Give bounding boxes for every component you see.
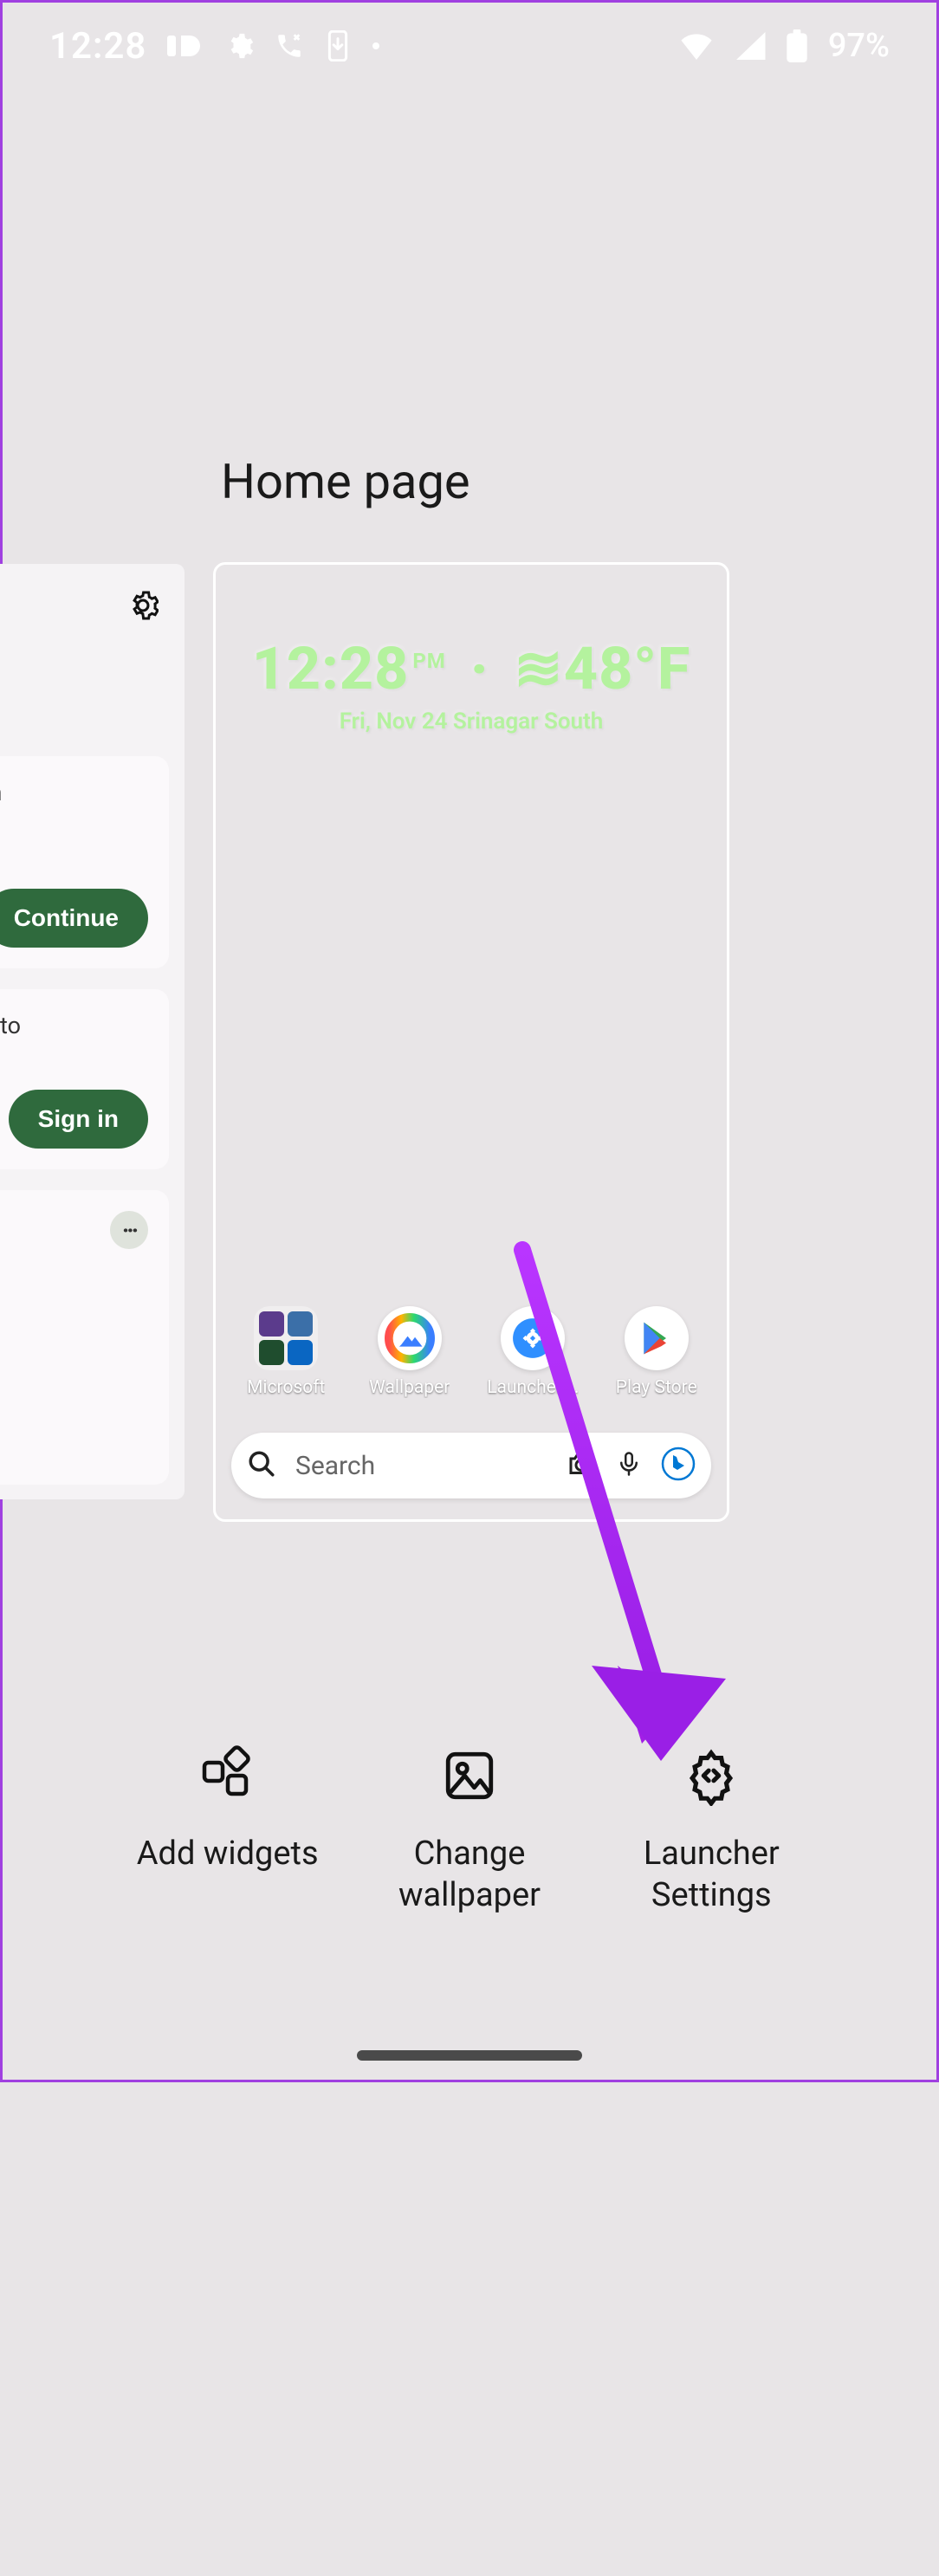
phone-missed-icon (275, 31, 304, 61)
action-label: Add widgets (137, 1834, 319, 1875)
action-label: Change wallpaper (398, 1834, 541, 1916)
card-text: fingertips. Sign in to (0, 1010, 148, 1041)
mic-icon[interactable] (616, 1448, 642, 1483)
app-microsoft-folder[interactable]: Microsoft (228, 1306, 344, 1398)
more-icon[interactable]: ··· (110, 1211, 148, 1249)
wallpaper-icon (378, 1306, 442, 1370)
date-location: Fri, Nov 24 Srinagar South (216, 709, 727, 735)
temperature: 48°F (564, 634, 690, 703)
page-title: Home page (221, 453, 470, 510)
search-bar[interactable]: Search (231, 1433, 711, 1498)
wallpaper-icon (437, 1744, 502, 1808)
camera-icon[interactable] (566, 1448, 597, 1483)
bottom-actions: Add widgets Change wallpaper Launcher Se… (3, 1744, 936, 1916)
gear-arrows-icon (679, 1744, 743, 1808)
app-wallpaper[interactable]: Wallpaper (352, 1306, 468, 1398)
id-icon (167, 32, 204, 60)
bing-chat-icon[interactable] (661, 1447, 696, 1485)
widgets-icon (196, 1744, 260, 1808)
card-text: ult launcher for an . (0, 777, 148, 840)
app-label: Microsoft (247, 1377, 325, 1398)
add-widgets-button[interactable]: Add widgets (115, 1744, 340, 1916)
search-icon (247, 1449, 276, 1482)
wave-icon: ≋ (514, 634, 564, 703)
launcher-settings-button[interactable]: Launcher Settings (599, 1744, 824, 1916)
play-store-icon (625, 1306, 689, 1370)
feed-card-appointments: ··· ntments (0, 1190, 169, 1485)
navigation-handle[interactable] (357, 2050, 582, 2061)
feed-subheading: ents, and to-do lists. (0, 702, 169, 727)
dot-icon (372, 42, 380, 50)
battery-percent: 97% (828, 27, 890, 65)
feed-page-preview[interactable]: on ents, and to-do lists. ult launcher f… (0, 564, 185, 1499)
card-text: ntments (0, 1384, 148, 1412)
signal-icon (735, 32, 766, 60)
home-page-preview[interactable]: 12:28PM · ≋48°F Fri, Nov 24 Srinagar Sou… (213, 562, 729, 1522)
search-placeholder: Search (295, 1451, 547, 1481)
battery-icon (787, 29, 807, 62)
download-icon (325, 30, 351, 61)
app-dock: Microsoft Wallpaper Launcher … Play Stor… (216, 1306, 727, 1398)
feed-card-default-launcher: ult launcher for an . miss Continue (0, 756, 169, 968)
continue-button[interactable]: Continue (0, 889, 148, 948)
app-launcher-settings[interactable]: Launcher … (475, 1306, 591, 1398)
clock-ampm: PM (412, 649, 445, 673)
gear-icon[interactable] (127, 590, 159, 625)
status-time: 12:28 (49, 25, 146, 68)
feed-heading: on (0, 657, 169, 698)
feed-card-signin: fingertips. Sign in to ismiss Sign in (0, 989, 169, 1169)
status-bar: 12:28 97% (3, 3, 936, 89)
launcher-settings-icon (501, 1306, 565, 1370)
clock-time: 12:28 (252, 634, 410, 703)
app-label: Play Store (616, 1377, 697, 1398)
gear-icon (224, 31, 254, 61)
app-label: Wallpaper (369, 1377, 450, 1398)
change-wallpaper-button[interactable]: Change wallpaper (357, 1744, 582, 1916)
signin-button[interactable]: Sign in (9, 1090, 148, 1149)
wifi-icon (679, 32, 714, 60)
app-play-store[interactable]: Play Store (599, 1306, 715, 1398)
clock-weather-widget[interactable]: 12:28PM · ≋48°F Fri, Nov 24 Srinagar Sou… (216, 634, 727, 735)
folder-icon (254, 1306, 318, 1370)
app-label: Launcher … (487, 1377, 579, 1398)
action-label: Launcher Settings (644, 1834, 780, 1916)
